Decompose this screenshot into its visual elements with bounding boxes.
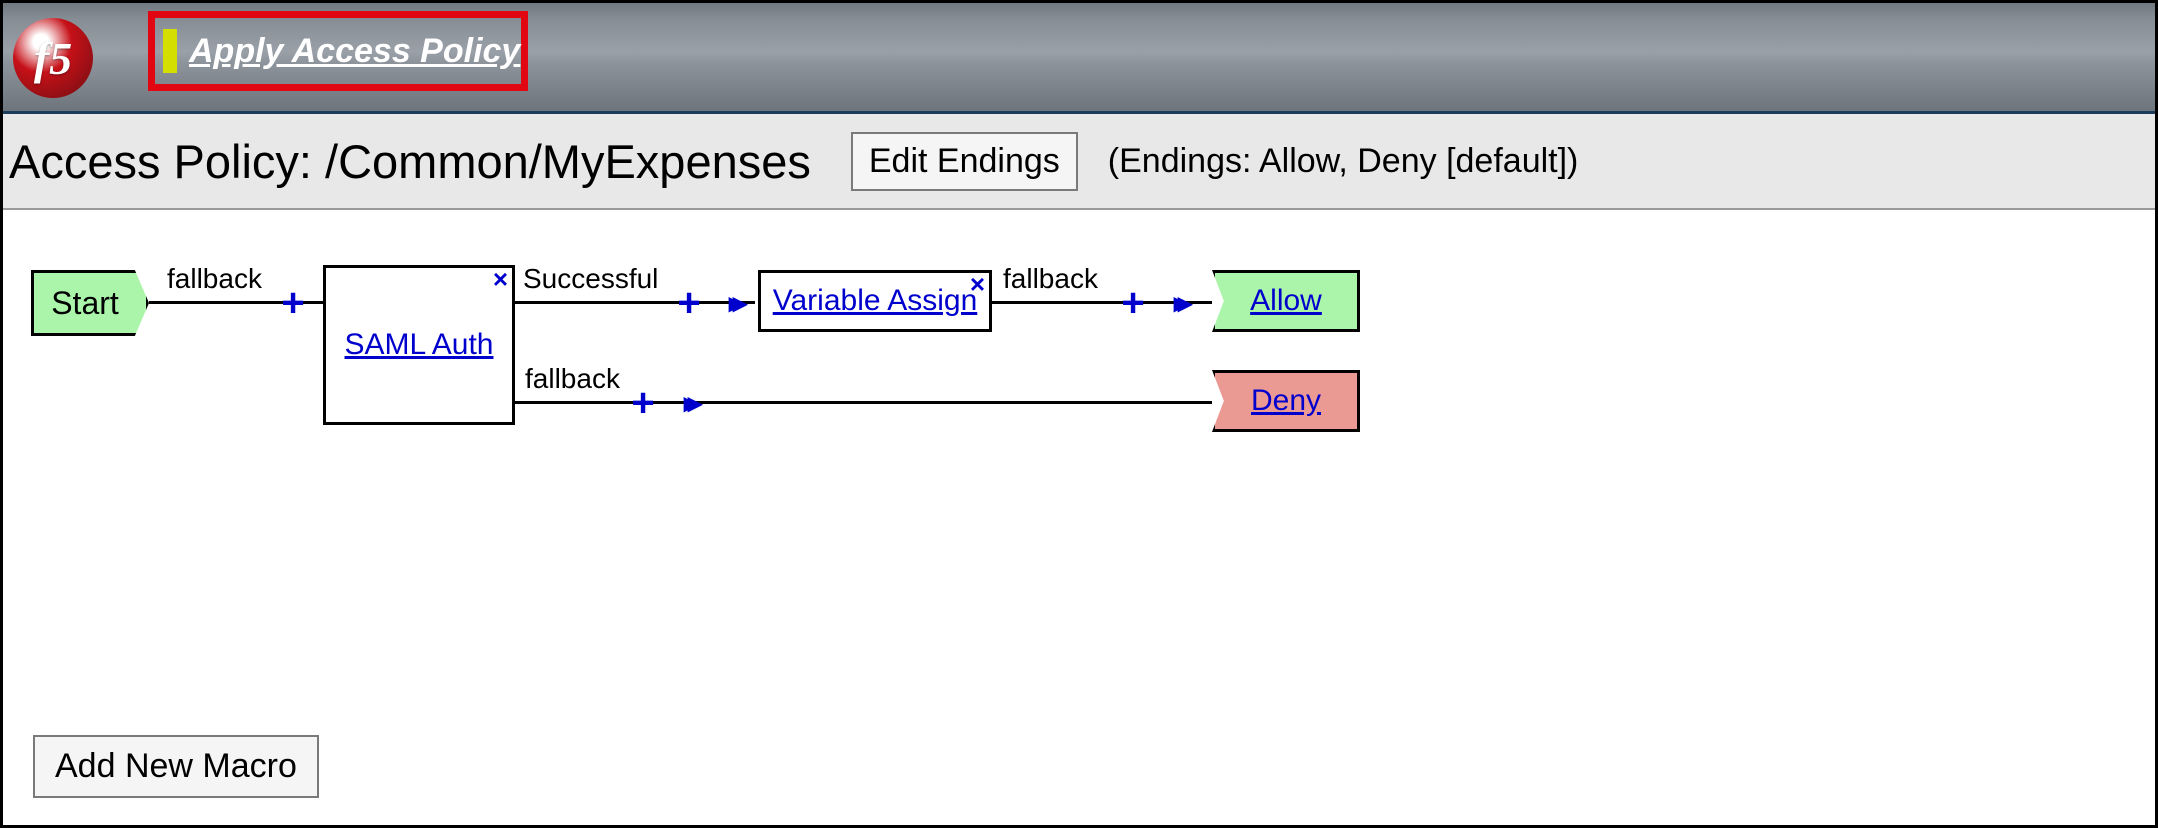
add-node-plus-icon[interactable]: +	[281, 283, 304, 323]
f5-logo-icon: f5	[13, 18, 93, 98]
page-title: Access Policy: /Common/MyExpenses	[9, 134, 811, 189]
endings-summary-text: (Endings: Allow, Deny [default])	[1108, 142, 1579, 181]
policy-diagram: Start fallback + × SAML Auth Successful …	[3, 215, 2155, 825]
edge-label-varassign-fallback: fallback	[1003, 263, 1098, 295]
add-node-plus-icon[interactable]: +	[1121, 283, 1144, 323]
edge-line	[515, 401, 1212, 404]
allow-link[interactable]: Allow	[1250, 284, 1322, 318]
allow-ending-node[interactable]: Allow	[1212, 270, 1360, 332]
edge-line	[515, 301, 755, 304]
deny-ending-node[interactable]: Deny	[1212, 370, 1360, 432]
edit-endings-button[interactable]: Edit Endings	[851, 132, 1078, 191]
double-arrow-icon[interactable]: ▸▸	[1174, 289, 1182, 317]
double-arrow-icon[interactable]: ▸▸	[684, 389, 692, 417]
close-icon[interactable]: ×	[493, 264, 508, 295]
add-node-plus-icon[interactable]: +	[631, 383, 654, 423]
apply-access-policy-highlight: Apply Access Policy	[148, 11, 528, 91]
header-bar: f5 Apply Access Policy	[3, 3, 2155, 114]
edge-label-saml-fallback: fallback	[525, 363, 620, 395]
f5-logo-text: f5	[13, 18, 93, 98]
apply-marker-icon	[163, 29, 177, 73]
apply-access-policy-link[interactable]: Apply Access Policy	[189, 32, 520, 71]
variable-assign-link[interactable]: Variable Assign	[773, 284, 978, 318]
saml-auth-node[interactable]: × SAML Auth	[323, 265, 515, 425]
close-icon[interactable]: ×	[970, 269, 985, 300]
edge-label-saml-successful: Successful	[523, 263, 658, 295]
add-new-macro-button[interactable]: Add New Macro	[33, 735, 319, 798]
sub-header: Access Policy: /Common/MyExpenses Edit E…	[3, 114, 2155, 210]
deny-link[interactable]: Deny	[1251, 384, 1321, 418]
start-node-label: Start	[51, 285, 119, 322]
edge-label-start-fallback: fallback	[167, 263, 262, 295]
add-node-plus-icon[interactable]: +	[677, 283, 700, 323]
variable-assign-node[interactable]: × Variable Assign	[758, 270, 992, 332]
start-node[interactable]: Start	[31, 270, 149, 336]
double-arrow-icon[interactable]: ▸▸	[729, 289, 737, 317]
saml-auth-link[interactable]: SAML Auth	[345, 328, 494, 362]
